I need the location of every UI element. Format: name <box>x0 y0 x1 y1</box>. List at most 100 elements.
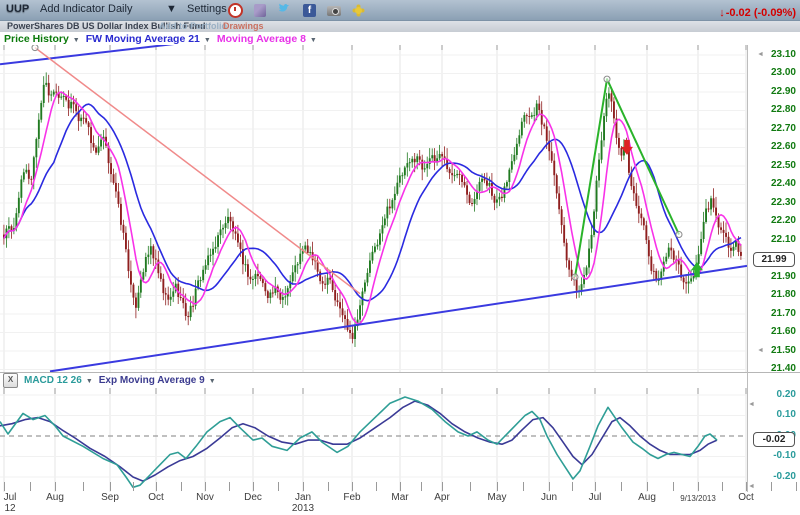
time-axis-label: Jun <box>541 492 557 503</box>
time-axis-tick <box>156 482 157 491</box>
time-axis-label: Sep <box>101 492 119 503</box>
settings-button[interactable]: Settings <box>187 3 227 15</box>
time-axis-tick <box>796 482 797 491</box>
blocks-icon[interactable] <box>254 4 266 17</box>
macd-edge-marker-icon: ◄ <box>748 401 755 408</box>
time-axis-tick <box>328 482 329 491</box>
moving-average-8-dropdown[interactable]: Moving Average 8▼ <box>217 33 317 45</box>
price-axis-label: 22.50 <box>747 160 800 171</box>
time-axis-tick <box>110 482 111 491</box>
facebook-icon[interactable]: f <box>303 4 316 17</box>
twitter-icon[interactable] <box>277 1 292 20</box>
period-dropdown-arrow-icon[interactable]: ▼ <box>166 3 177 15</box>
time-axis-tick <box>497 482 498 491</box>
price-pane-legend: Price History▼ FW Moving Average 21▼ Mov… <box>0 32 800 45</box>
time-axis-tick <box>303 482 304 491</box>
price-axis-label: 22.10 <box>747 234 800 245</box>
time-axis-tick <box>352 482 353 491</box>
week52-marker-icon: ◄ <box>757 51 764 58</box>
macd-axis-label: 0.10 <box>747 409 800 420</box>
time-axis-tick <box>722 482 723 491</box>
flower-icon[interactable] <box>355 7 362 14</box>
macd-pane-header: X MACD 12 26▼ Exp Moving Average 9▼ <box>0 373 800 388</box>
chevron-down-icon[interactable]: ▼ <box>209 378 216 385</box>
time-axis-label: Apr <box>434 492 450 503</box>
time-axis-label: Dec <box>244 492 262 503</box>
macd-axis-label: -0.10 <box>747 450 800 461</box>
price-axis-label: 21.90 <box>747 271 800 282</box>
price-axis-label: 21.80 <box>747 289 800 300</box>
time-axis-label: Jan <box>295 492 311 503</box>
price-history-dropdown[interactable]: Price History▼ <box>4 33 80 45</box>
price-axis-label: 23.10 <box>747 49 800 60</box>
time-axis-tick <box>673 482 674 491</box>
period-dropdown[interactable]: Daily <box>108 3 132 15</box>
chevron-down-icon[interactable]: ▼ <box>310 37 317 44</box>
price-axis-label: 22.90 <box>747 86 800 97</box>
time-axis-tick <box>549 482 550 491</box>
macd-indicator-dropdown[interactable]: MACD 12 26▼ <box>24 375 93 386</box>
add-indicator-button[interactable]: Add Indicator <box>40 3 105 15</box>
time-axis-tick <box>470 482 471 491</box>
time-axis-tick <box>376 482 377 491</box>
camera-icon[interactable] <box>327 6 341 16</box>
time-axis-tick <box>647 482 648 491</box>
time-axis-tick <box>229 482 230 491</box>
price-axis-label: 22.70 <box>747 123 800 134</box>
time-axis-label: Feb <box>343 492 360 503</box>
charting-app-window: UUP Add Indicator Daily ▼ Settings f ↓-0… <box>0 0 800 515</box>
time-axis-tick <box>698 482 699 491</box>
add-to-portfolio-button[interactable]: Add to Portfolio <box>159 21 227 31</box>
time-axis-tick <box>278 482 279 491</box>
daily-change-readout: ↓-0.02 (-0.09%) <box>719 7 796 19</box>
red-downtrend-line <box>35 48 360 294</box>
price-axis-label: 22.60 <box>747 141 800 152</box>
time-axis-tick <box>55 482 56 491</box>
price-axis-label: 22.40 <box>747 178 800 189</box>
time-axis-label: 9/13/2013 <box>680 494 716 503</box>
price-axis-label: 23.00 <box>747 67 800 78</box>
time-axis-label: Aug <box>638 492 656 503</box>
time-axis-tick <box>205 482 206 491</box>
time-axis-tick <box>253 482 254 491</box>
fw-moving-average-21-dropdown[interactable]: FW Moving Average 21▼ <box>86 33 211 45</box>
time-axis-tick <box>771 482 772 491</box>
drawings-button[interactable]: Drawings <box>223 21 264 31</box>
time-axis-tick <box>30 482 31 491</box>
exp-moving-average-9-dropdown[interactable]: Exp Moving Average 9▼ <box>99 375 216 386</box>
time-axis-tick <box>181 482 182 491</box>
time-axis-tick <box>621 482 622 491</box>
time-axis-tick <box>4 482 5 491</box>
time-axis-tick <box>83 482 84 491</box>
price-axis-label: 21.50 <box>747 345 800 356</box>
time-axis-tick <box>572 482 573 491</box>
macd-value-badge: -0.02 <box>753 432 795 447</box>
chevron-down-icon[interactable]: ▼ <box>204 37 211 44</box>
time-axis-tick <box>421 482 422 491</box>
time-axis-tick <box>442 482 443 491</box>
alarm-icon[interactable] <box>228 3 243 18</box>
chevron-down-icon[interactable]: ▼ <box>86 378 93 385</box>
symbol-box[interactable]: UUP <box>6 3 29 15</box>
price-axis-label: 21.60 <box>747 326 800 337</box>
lower-blue-trendline <box>50 266 747 372</box>
time-axis-tick <box>523 482 524 491</box>
chevron-down-icon[interactable]: ▼ <box>73 37 80 44</box>
week52-marker-icon: ◄ <box>757 347 764 354</box>
last-price-badge: 21.99 <box>753 252 795 267</box>
time-axis-label: Mar <box>391 492 408 503</box>
price-axis-label: 21.70 <box>747 308 800 319</box>
close-icon[interactable]: X <box>3 373 18 388</box>
time-axis-label: Jul <box>589 492 602 503</box>
macd-canvas[interactable] <box>0 388 747 492</box>
time-axis-tick <box>133 482 134 491</box>
time-axis-sublabel: 12 <box>4 503 15 514</box>
price-axis-label: 22.20 <box>747 215 800 226</box>
time-axis-tick <box>746 482 747 491</box>
price-axis-label: 22.30 <box>747 197 800 208</box>
time-axis-sublabel: 2013 <box>292 503 314 514</box>
time-axis-label: Aug <box>46 492 64 503</box>
time-axis: Jul12AugSepOctNovDecJan2013FebMarAprMayJ… <box>0 480 800 515</box>
macd-axis-label: 0.20 <box>747 389 800 400</box>
price-chart-canvas[interactable] <box>0 45 747 372</box>
